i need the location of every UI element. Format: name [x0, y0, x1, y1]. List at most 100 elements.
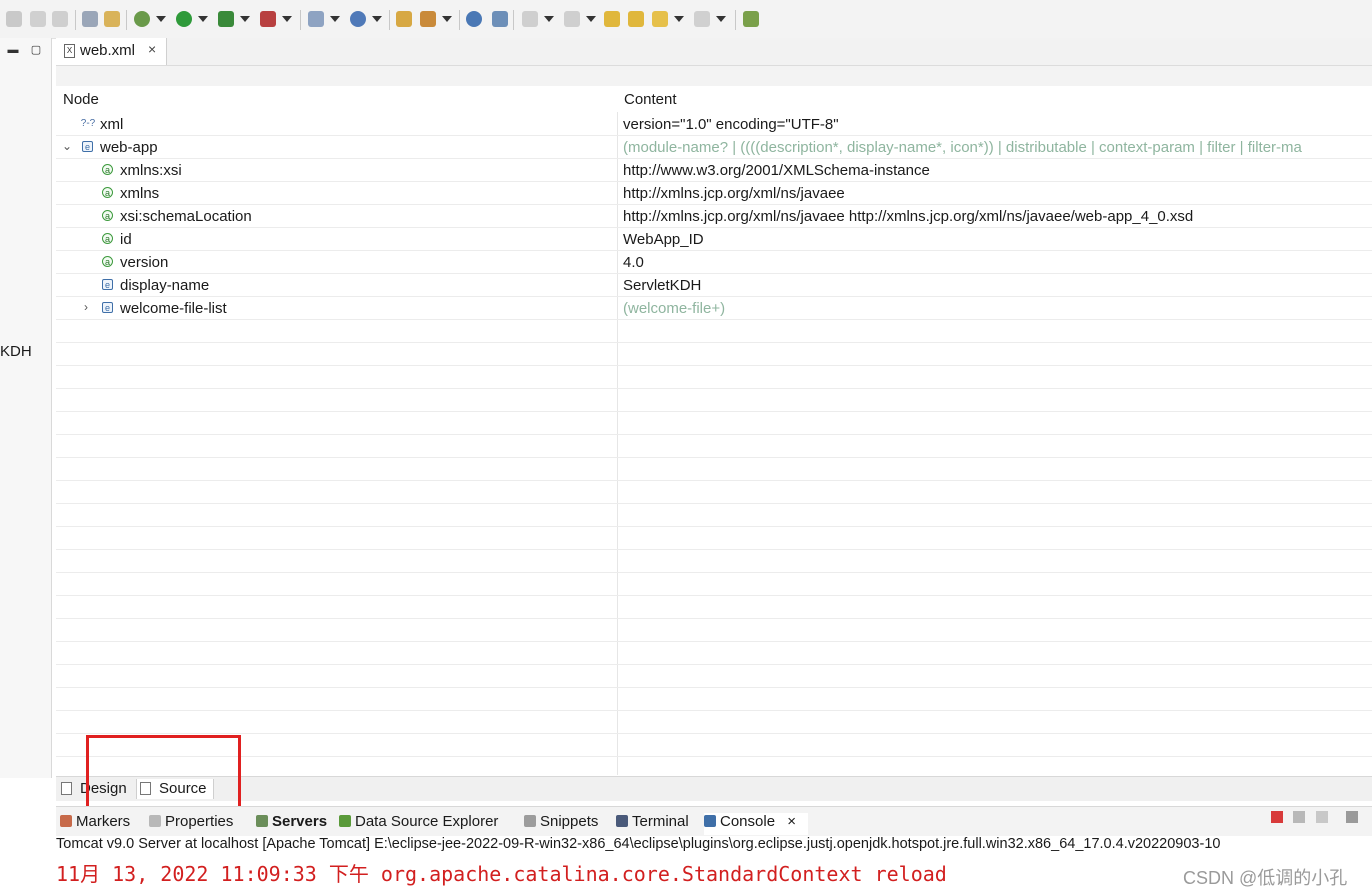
run-server-dropdown-icon[interactable]	[240, 16, 250, 22]
node-content[interactable]: http://xmlns.jcp.org/xml/ns/javaee	[623, 185, 845, 202]
main-toolbar	[0, 0, 1372, 39]
previous-annotation-dropdown-icon[interactable]	[586, 16, 596, 22]
node-content[interactable]: ServletKDH	[623, 277, 701, 294]
node-name: welcome-file-list	[120, 300, 227, 317]
step-into-icon[interactable]	[6, 11, 22, 27]
browser-icon[interactable]	[466, 11, 482, 27]
toolbar-separator	[735, 10, 736, 30]
previous-annotation-icon[interactable]	[564, 11, 580, 27]
tab-console[interactable]: Console ×	[704, 813, 808, 835]
editor-mode-tabs: Design Source	[56, 776, 1372, 801]
tab-properties[interactable]: Properties	[149, 813, 233, 835]
tab-snippets-label: Snippets	[540, 813, 599, 830]
column-header-content[interactable]: Content	[624, 91, 677, 108]
terminate-icon[interactable]	[1271, 811, 1283, 823]
tab-markers[interactable]: Markers	[60, 813, 130, 835]
tab-markers-label: Markers	[76, 813, 131, 830]
tab-source[interactable]: Source	[136, 779, 214, 799]
remove-all-icon[interactable]	[1316, 811, 1328, 823]
remove-launch-icon[interactable]	[1293, 811, 1305, 823]
tree-row-version[interactable]: a version 4.0	[56, 251, 1372, 274]
step-return-icon[interactable]	[52, 11, 68, 27]
empty-row	[56, 343, 1372, 366]
skip-breakpoints-icon[interactable]	[104, 11, 120, 27]
node-content[interactable]: 4.0	[623, 254, 644, 271]
empty-row	[56, 458, 1372, 481]
bottom-view-tabs: Markers Properties Servers Data Source E…	[56, 806, 1372, 837]
open-perspective-icon[interactable]	[743, 11, 759, 27]
open-task-icon[interactable]	[420, 11, 436, 27]
node-content[interactable]: version="1.0" encoding="UTF-8"	[623, 116, 839, 133]
next-annotation-icon[interactable]	[522, 11, 538, 27]
attribute-icon: a	[102, 210, 113, 221]
open-type-icon[interactable]	[396, 11, 412, 27]
list-icon[interactable]	[82, 11, 98, 27]
element-icon: e	[102, 302, 113, 313]
debug-dropdown-icon[interactable]	[156, 16, 166, 22]
tree-row-web-app[interactable]: ⌄ e web-app (module-name? | ((((descript…	[56, 136, 1372, 159]
chevron-down-icon[interactable]: ⌄	[62, 139, 72, 153]
next-annotation-dropdown-icon[interactable]	[544, 16, 554, 22]
empty-row	[56, 642, 1372, 665]
xml-design-tree[interactable]: Node Content ?-? xml version="1.0" encod…	[56, 87, 1372, 775]
tree-row-welcome-file-list[interactable]: › e welcome-file-list (welcome-file+)	[56, 297, 1372, 320]
node-content[interactable]: http://www.w3.org/2001/XMLSchema-instanc…	[623, 162, 930, 179]
external-tools-icon[interactable]	[260, 11, 276, 27]
new-web-dropdown-icon[interactable]	[372, 16, 382, 22]
tab-design[interactable]: Design	[58, 779, 134, 799]
empty-row	[56, 366, 1372, 389]
run-icon[interactable]	[176, 11, 192, 27]
tree-row-xmlns[interactable]: a xmlns http://xmlns.jcp.org/xml/ns/java…	[56, 182, 1372, 205]
minimized-side-panel: ▬ ▢ KDH	[0, 38, 52, 778]
tab-web-xml[interactable]: X web.xml ×	[56, 38, 167, 65]
column-header-node[interactable]: Node	[63, 91, 99, 108]
new-server-icon[interactable]	[308, 11, 324, 27]
tree-header: Node Content	[56, 87, 1372, 112]
empty-row	[56, 665, 1372, 688]
external-tools-dropdown-icon[interactable]	[282, 16, 292, 22]
forward-arrow-icon[interactable]	[694, 11, 710, 27]
back-arrow-icon[interactable]	[652, 11, 668, 27]
node-content[interactable]: http://xmlns.jcp.org/xml/ns/javaee http:…	[623, 208, 1193, 225]
tab-snippets[interactable]: Snippets	[524, 813, 598, 835]
chevron-right-icon[interactable]: ›	[84, 300, 88, 314]
empty-row	[56, 550, 1372, 573]
forward-dropdown-icon[interactable]	[716, 16, 726, 22]
run-dropdown-icon[interactable]	[198, 16, 208, 22]
debug-icon[interactable]	[134, 11, 150, 27]
tree-row-schema-location[interactable]: a xsi:schemaLocation http://xmlns.jcp.or…	[56, 205, 1372, 228]
tree-row-xmlns-xsi[interactable]: a xmlns:xsi http://www.w3.org/2001/XMLSc…	[56, 159, 1372, 182]
close-icon[interactable]: ×	[787, 813, 796, 830]
empty-row	[56, 389, 1372, 412]
task-dropdown-icon[interactable]	[442, 16, 452, 22]
tab-design-label: Design	[80, 780, 127, 797]
node-content-hint[interactable]: (welcome-file+)	[623, 300, 725, 317]
forward-edit-icon[interactable]	[628, 11, 644, 27]
tree-row-display-name[interactable]: e display-name ServletKDH	[56, 274, 1372, 297]
maximize-icon[interactable]: ▢	[30, 44, 42, 56]
node-content-hint[interactable]: (module-name? | ((((description*, displa…	[623, 139, 1302, 156]
clear-console-icon[interactable]	[1346, 811, 1358, 823]
tab-console-label: Console	[720, 813, 776, 830]
run-server-icon[interactable]	[218, 11, 234, 27]
node-content[interactable]: WebApp_ID	[623, 231, 704, 248]
new-web-icon[interactable]	[350, 11, 366, 27]
step-over-icon[interactable]	[30, 11, 46, 27]
empty-row	[56, 596, 1372, 619]
last-edit-icon[interactable]	[604, 11, 620, 27]
back-dropdown-icon[interactable]	[674, 16, 684, 22]
tab-data-source-explorer[interactable]: Data Source Explorer	[339, 813, 498, 835]
tree-row-xml[interactable]: ?-? xml version="1.0" encoding="UTF-8"	[56, 113, 1372, 136]
tab-servers[interactable]: Servers	[256, 813, 327, 835]
search-icon[interactable]	[492, 11, 508, 27]
empty-row	[56, 711, 1372, 734]
node-name: xmlns:xsi	[120, 162, 182, 179]
toolbar-separator	[513, 10, 514, 30]
tree-row-id[interactable]: a id WebApp_ID	[56, 228, 1372, 251]
minimize-icon[interactable]: ▬	[7, 44, 19, 56]
node-name: xmlns	[120, 185, 160, 202]
close-icon[interactable]: ×	[148, 41, 156, 57]
toolbar-separator	[389, 10, 390, 30]
new-dropdown-icon[interactable]	[330, 16, 340, 22]
tab-terminal[interactable]: Terminal	[616, 813, 689, 835]
